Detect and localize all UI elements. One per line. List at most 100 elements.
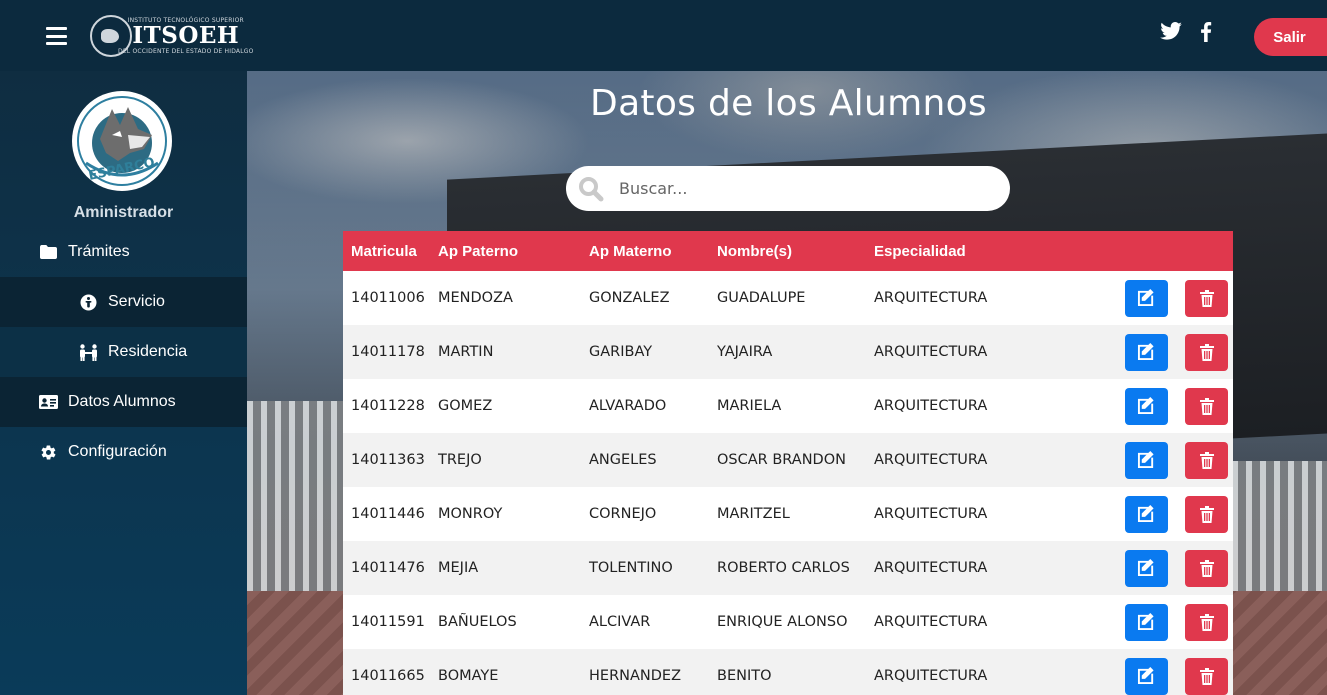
sidebar-item-label: Datos Alumnos: [68, 393, 176, 410]
column-header-ap-materno[interactable]: Ap Materno: [589, 243, 717, 260]
trash-icon: [1199, 505, 1214, 523]
cell-matricula: 14011591: [351, 614, 425, 630]
table-row: 14011006 MENDOZA GONZALEZ GUADALUPE ARQU…: [343, 271, 1233, 325]
edit-button[interactable]: [1125, 657, 1168, 695]
cell-ap-paterno: MENDOZA: [438, 290, 513, 306]
trash-icon: [1199, 289, 1214, 307]
edit-icon: [1137, 451, 1154, 469]
cell-ap-materno: ALVARADO: [589, 398, 667, 414]
cell-matricula: 14011446: [351, 506, 425, 522]
main-content: Datos de los Alumnos Matricula Ap Patern…: [247, 71, 1327, 695]
table-body: 14011006 MENDOZA GONZALEZ GUADALUPE ARQU…: [343, 271, 1233, 695]
edit-icon: [1137, 667, 1154, 685]
trash-icon: [1199, 559, 1214, 577]
edit-button[interactable]: [1125, 603, 1168, 641]
cell-especialidad: ARQUITECTURA: [874, 452, 988, 468]
trash-icon: [1199, 397, 1214, 415]
edit-icon: [1137, 559, 1154, 577]
delete-button[interactable]: [1185, 333, 1228, 371]
sidebar-item-label: Trámites: [68, 243, 130, 260]
table-row: 14011476 MEJIA TOLENTINO ROBERTO CARLOS …: [343, 541, 1233, 595]
cell-matricula: 14011178: [351, 344, 425, 360]
cell-especialidad: ARQUITECTURA: [874, 668, 988, 684]
logo-subtitle-bottom: DEL OCCIDENTE DEL ESTADO DE HIDALGO: [118, 48, 254, 55]
edit-button[interactable]: [1125, 549, 1168, 587]
itsoeh-logo[interactable]: INSTITUTO TECNOLÓGICO SUPERIOR ITSOEH DE…: [90, 13, 254, 59]
table-row: 14011591 BAÑUELOS ALCIVAR ENRIQUE ALONSO…: [343, 595, 1233, 649]
info-circle-icon: [78, 294, 98, 311]
trash-icon: [1199, 343, 1214, 361]
background-fence-right: [1232, 461, 1327, 601]
top-bar: INSTITUTO TECNOLÓGICO SUPERIOR ITSOEH DE…: [0, 0, 1327, 71]
cell-ap-paterno: BOMAYE: [438, 668, 499, 684]
logo-name: ITSOEH: [132, 22, 240, 49]
cell-especialidad: ARQUITECTURA: [874, 344, 988, 360]
avatar: ESPARCO: [72, 91, 172, 191]
column-header-ap-paterno[interactable]: Ap Paterno: [438, 243, 589, 260]
cell-nombres: MARITZEL: [717, 506, 790, 522]
cell-ap-materno: ANGELES: [589, 452, 657, 468]
page-title: Datos de los Alumnos: [590, 83, 987, 124]
sidebar-item-label: Residencia: [108, 343, 188, 360]
search-input[interactable]: [619, 179, 989, 198]
cell-matricula: 14011363: [351, 452, 425, 468]
cell-especialidad: ARQUITECTURA: [874, 614, 988, 630]
delete-button[interactable]: [1185, 441, 1228, 479]
delete-button[interactable]: [1185, 603, 1228, 641]
trash-icon: [1199, 667, 1214, 685]
search-bar[interactable]: [566, 166, 1010, 211]
delete-button[interactable]: [1185, 657, 1228, 695]
sidebar-item-label: Servicio: [108, 293, 165, 310]
table-header: Matricula Ap Paterno Ap Materno Nombre(s…: [343, 231, 1233, 271]
cell-ap-materno: ALCIVAR: [589, 614, 651, 630]
cell-ap-paterno: MEJIA: [438, 560, 479, 576]
twitter-icon[interactable]: [1160, 22, 1182, 45]
cell-ap-paterno: MARTIN: [438, 344, 494, 360]
menu-toggle-icon[interactable]: [46, 27, 67, 45]
edit-icon: [1137, 343, 1154, 361]
cell-ap-materno: GARIBAY: [589, 344, 653, 360]
cell-especialidad: ARQUITECTURA: [874, 398, 988, 414]
cell-matricula: 14011228: [351, 398, 425, 414]
search-icon[interactable]: [578, 176, 604, 207]
edit-button[interactable]: [1125, 387, 1168, 425]
cell-nombres: OSCAR BRANDON: [717, 452, 846, 468]
sidebar-item-tramites[interactable]: Trámites: [0, 227, 247, 277]
cell-nombres: ROBERTO CARLOS: [717, 560, 850, 576]
delete-button[interactable]: [1185, 549, 1228, 587]
cell-ap-materno: HERNANDEZ: [589, 668, 682, 684]
column-header-especialidad[interactable]: Especialidad: [874, 243, 1125, 260]
edit-icon: [1137, 289, 1154, 307]
cell-matricula: 14011006: [351, 290, 425, 306]
cell-ap-paterno: MONROY: [438, 506, 503, 522]
sidebar-item-residencia[interactable]: Residencia: [0, 327, 247, 377]
delete-button[interactable]: [1185, 495, 1228, 533]
sidebar-item-servicio[interactable]: Servicio: [0, 277, 247, 327]
cell-ap-paterno: TREJO: [438, 452, 482, 468]
delete-button[interactable]: [1185, 387, 1228, 425]
sidebar-item-configuracion[interactable]: Configuración: [0, 427, 247, 477]
cell-especialidad: ARQUITECTURA: [874, 560, 988, 576]
edit-icon: [1137, 397, 1154, 415]
table-row: 14011363 TREJO ANGELES OSCAR BRANDON ARQ…: [343, 433, 1233, 487]
trash-icon: [1199, 451, 1214, 469]
table-row: 14011178 MARTIN GARIBAY YAJAIRA ARQUITEC…: [343, 325, 1233, 379]
cell-ap-materno: CORNEJO: [589, 506, 657, 522]
column-header-nombres[interactable]: Nombre(s): [717, 243, 874, 260]
facebook-icon[interactable]: [1200, 22, 1212, 47]
edit-icon: [1137, 505, 1154, 523]
cell-nombres: MARIELA: [717, 398, 782, 414]
edit-button[interactable]: [1125, 441, 1168, 479]
delete-button[interactable]: [1185, 279, 1228, 317]
sidebar-item-datos-alumnos[interactable]: Datos Alumnos: [0, 377, 247, 427]
edit-button[interactable]: [1125, 279, 1168, 317]
column-header-matricula[interactable]: Matricula: [343, 243, 438, 260]
table-row: 14011228 GOMEZ ALVARADO MARIELA ARQUITEC…: [343, 379, 1233, 433]
folder-icon: [38, 245, 58, 259]
cell-ap-materno: GONZALEZ: [589, 290, 670, 306]
gear-icon: [38, 444, 58, 461]
edit-button[interactable]: [1125, 333, 1168, 371]
logout-button[interactable]: Salir: [1254, 18, 1327, 56]
cell-matricula: 14011476: [351, 560, 425, 576]
edit-button[interactable]: [1125, 495, 1168, 533]
